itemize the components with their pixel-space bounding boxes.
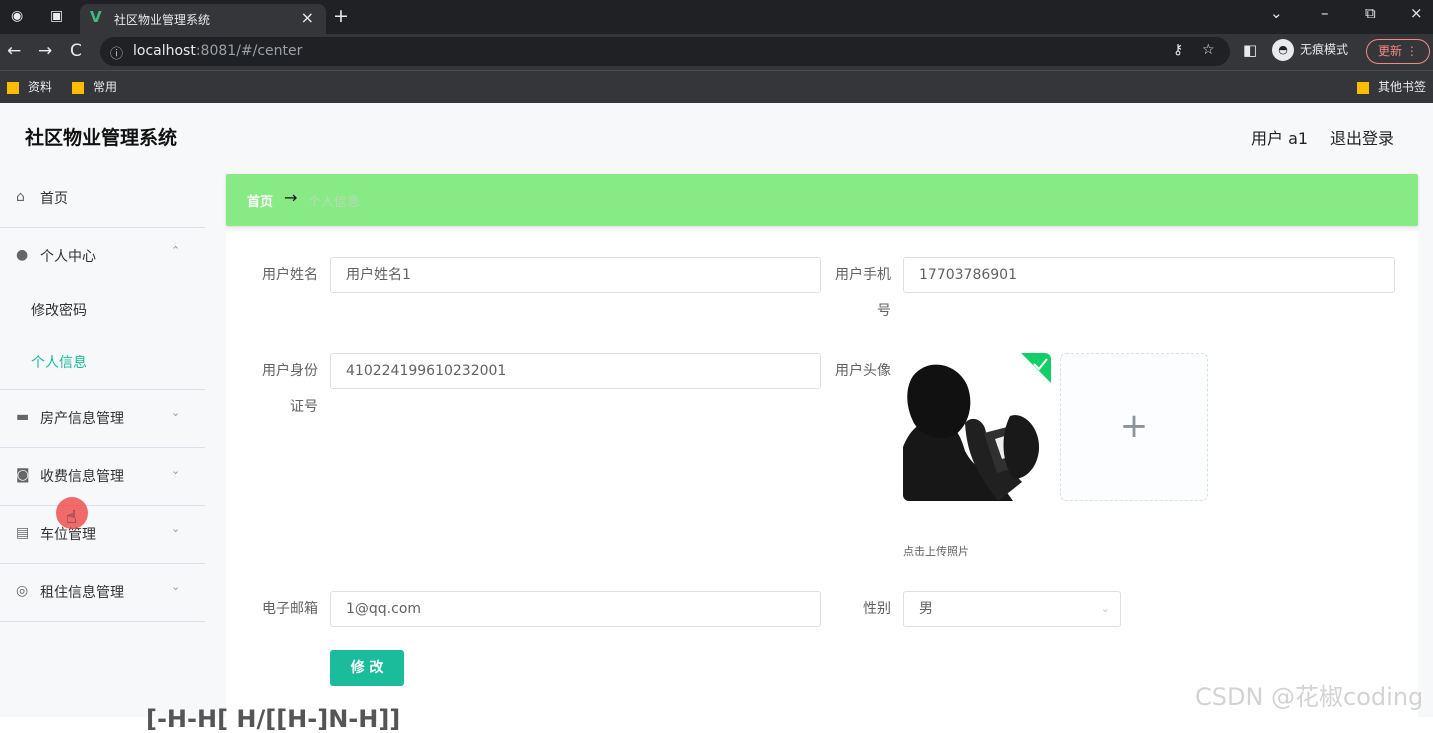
sidebar-item-rental[interactable]: ◎ 租住信息管理 ⌄ (0, 564, 205, 622)
tab-title: 社区物业管理系统 (114, 13, 211, 27)
gender-select[interactable]: 男 ⌄ (903, 591, 1121, 627)
monitor-icon: ▬ (16, 409, 30, 425)
menu-dots-icon: ⋮ (1405, 44, 1418, 58)
chevron-up-icon: ⌃ (171, 244, 181, 257)
breadcrumb-current: 个人信息 (308, 195, 361, 210)
email-label: 电子邮箱 (262, 601, 318, 617)
address-bar[interactable]: ⓘ localhost:8081/#/center ⚷ ☆ (100, 37, 1230, 66)
browser-tab[interactable]: V 社区物业管理系统 × (80, 4, 326, 34)
forward-icon[interactable]: → (38, 41, 52, 61)
arrow-right-icon: → (284, 188, 298, 207)
incognito-icon: ◓ (1272, 39, 1294, 61)
home-icon: ⌂ (16, 189, 25, 205)
sidebar-label: 首页 (40, 191, 68, 207)
restore-icon[interactable]: ⧉ (1365, 4, 1376, 22)
new-tab-button[interactable]: + (333, 5, 349, 27)
app-title: 社区物业管理系统 (25, 127, 178, 149)
breadcrumb-home[interactable]: 首页 (247, 191, 273, 210)
chevron-down-icon: ⌄ (171, 580, 181, 593)
sidebar-item-property[interactable]: ▬ 房产信息管理 ⌄ (0, 390, 205, 448)
window-icon: ▣ (50, 8, 64, 24)
vue-logo-icon: V (90, 8, 102, 26)
sidebar-item-parking[interactable]: ▤ 车位管理 ⌄ (0, 506, 205, 564)
bookmark-folder-changyong[interactable]: 常用 (72, 78, 117, 95)
close-tab-icon[interactable]: × (301, 8, 314, 27)
document-icon: ▤ (16, 525, 30, 541)
avatar-photo (903, 353, 1051, 501)
current-user: 用户 a1 (1251, 129, 1309, 148)
chevron-down-icon: ⌄ (171, 464, 181, 477)
browser-tab-strip: ◉ ▣ V 社区物业管理系统 × + ⌄ – ⧉ × (0, 0, 1433, 34)
hand-cursor-icon: ☝ (66, 507, 77, 528)
avatar-image[interactable] (903, 353, 1051, 501)
email-input[interactable]: 1@qq.com (330, 591, 821, 627)
reload-icon[interactable]: C (70, 41, 82, 61)
sidebar-label: 个人中心 (40, 249, 96, 265)
briefcase-icon: ◙ (16, 467, 30, 483)
submenu-change-password[interactable]: 修改密码 (31, 300, 87, 320)
sidebar: ⌂ 首页 ● 个人中心 ⌃ 修改密码 个人信息 ▬ 房产信息管理 ⌄ ◙ 收费信… (0, 170, 205, 717)
chevron-down-icon: ⌄ (171, 406, 181, 419)
info-icon[interactable]: ⓘ (110, 43, 123, 62)
id-number-label: 用户身份证号 (262, 363, 318, 415)
globe-icon: ◉ (11, 8, 24, 24)
folder-icon (72, 81, 84, 94)
profile-form (226, 231, 1418, 717)
sidebar-label: 收费信息管理 (40, 469, 124, 485)
upload-avatar-button[interactable]: + (1060, 353, 1208, 501)
sidebar-label: 房产信息管理 (40, 411, 124, 427)
sidebar-item-home[interactable]: ⌂ 首页 (0, 170, 205, 228)
tab-search-icon[interactable]: ⌄ (1270, 4, 1283, 22)
star-icon[interactable]: ☆ (1202, 42, 1215, 58)
bookmark-folder-ziliao[interactable]: 资料 (7, 78, 52, 95)
save-button[interactable]: 修 改 (330, 650, 404, 686)
user-icon: ● (16, 247, 29, 263)
chevron-down-icon: ⌄ (1100, 602, 1110, 615)
avatar-label: 用户头像 (835, 363, 891, 379)
bottom-overlay-text: [-H-H[ H/[[H-]N-H]] (146, 705, 401, 733)
gender-label: 性别 (863, 601, 891, 617)
folder-icon (1357, 81, 1369, 94)
name-input[interactable]: 用户姓名1 (330, 257, 821, 293)
target-icon: ◎ (16, 583, 29, 599)
sidebar-label: 租住信息管理 (40, 585, 124, 601)
minimize-icon[interactable]: – (1321, 4, 1329, 22)
name-label: 用户姓名 (262, 267, 318, 283)
sidebar-item-personal-center[interactable]: ● 个人中心 ⌃ 修改密码 个人信息 (0, 228, 205, 390)
key-icon[interactable]: ⚷ (1173, 42, 1183, 58)
breadcrumb: 首页 → 个人信息 (226, 174, 1418, 226)
chevron-down-icon: ⌄ (171, 522, 181, 535)
app-root: 社区物业管理系统 用户 a1 退出登录 ⌂ 首页 ● 个人中心 ⌃ 修改密码 个… (0, 103, 1433, 733)
update-button[interactable]: 更新 ⋮ (1366, 39, 1430, 64)
folder-icon (7, 81, 19, 94)
upload-hint: 点击上传照片 (903, 545, 969, 558)
back-icon[interactable]: ← (7, 41, 21, 61)
bookmarks-bar: 资料 常用 其他书签 (0, 70, 1433, 103)
logout-link[interactable]: 退出登录 (1330, 125, 1394, 149)
submenu-personal-info[interactable]: 个人信息 (31, 352, 87, 372)
phone-label: 用户手机号 (835, 267, 891, 319)
browser-toolbar: ← → C ⓘ localhost:8081/#/center ⚷ ☆ ◧ ◓ 无… (0, 34, 1433, 70)
id-number-input[interactable]: 410224199610232001 (330, 353, 821, 389)
other-bookmarks[interactable]: 其他书签 (1357, 78, 1426, 95)
url-text: localhost:8081/#/center (133, 43, 303, 59)
close-window-icon[interactable]: × (1410, 4, 1423, 22)
incognito-indicator[interactable]: ◓ 无痕模式 (1272, 39, 1348, 61)
sidebar-icon[interactable]: ◧ (1243, 41, 1257, 59)
sidebar-item-charges[interactable]: ◙ 收费信息管理 ⌄ (0, 448, 205, 506)
phone-input[interactable]: 17703786901 (903, 257, 1395, 293)
watermark: CSDN @花椒coding (1195, 683, 1424, 711)
